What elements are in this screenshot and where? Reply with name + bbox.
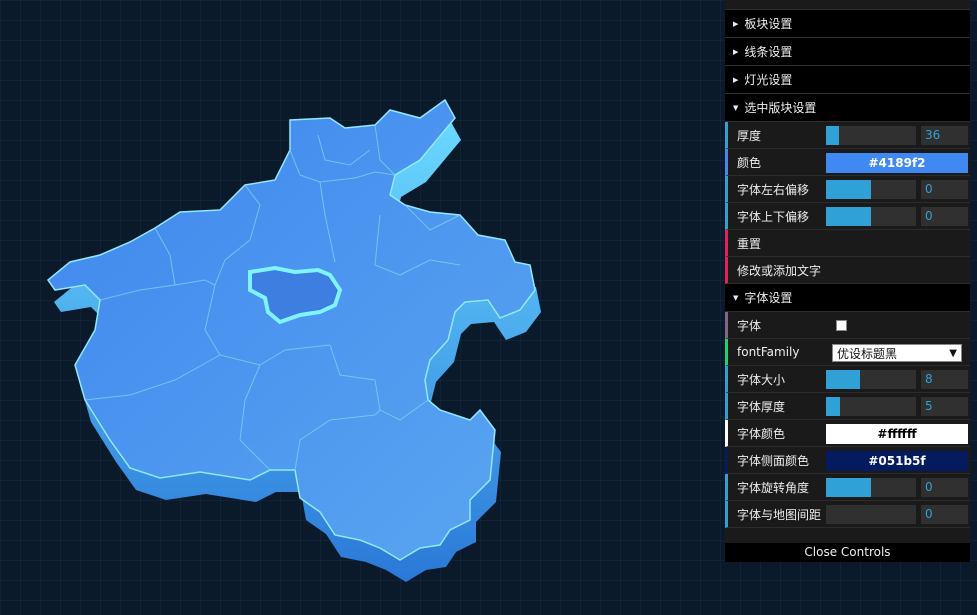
offset-x-control: 字体左右偏移 0 <box>725 176 970 203</box>
close-controls-button[interactable]: Close Controls <box>725 543 970 562</box>
control-label: 字体 <box>737 318 762 333</box>
font-rotation-input[interactable]: 0 <box>921 478 968 497</box>
caret-right-icon: ▶ <box>733 47 739 56</box>
control-label: 修改或添加文字 <box>737 263 822 278</box>
folder-font-settings[interactable]: ▼ 字体设置 <box>725 284 970 312</box>
font-depth-input[interactable]: 5 <box>921 397 968 416</box>
folder-label: 灯光设置 <box>744 73 793 87</box>
control-label: 重置 <box>737 236 762 251</box>
font-distance-input[interactable]: 0 <box>921 505 968 524</box>
caret-right-icon: ▶ <box>733 75 739 84</box>
control-label: 字体上下偏移 <box>737 209 810 224</box>
font-color-control: 字体颜色 #ffffff <box>725 420 970 447</box>
control-label: 厚度 <box>737 128 762 143</box>
font-side-color-control: 字体侧面颜色 #051b5f <box>725 447 970 474</box>
font-depth-slider[interactable] <box>826 397 916 416</box>
offset-y-slider[interactable] <box>826 207 916 226</box>
control-label: 字体侧面颜色 <box>737 453 810 468</box>
control-label: 字体大小 <box>737 372 786 387</box>
edit-text-button[interactable]: 修改或添加文字 <box>725 257 970 284</box>
control-label: 颜色 <box>737 155 762 170</box>
font-size-input[interactable]: 8 <box>921 370 968 389</box>
panel-top-edge <box>725 0 970 10</box>
chevron-down-icon: ▼ <box>949 348 957 359</box>
font-distance-slider[interactable] <box>826 505 916 524</box>
font-distance-control: 字体与地图间距 0 <box>725 501 970 528</box>
font-depth-control: 字体厚度 5 <box>725 393 970 420</box>
folder-light-settings[interactable]: ▶ 灯光设置 <box>725 66 970 94</box>
font-family-select[interactable]: 优设标题黑 ▼ <box>832 344 962 362</box>
control-label: fontFamily <box>737 345 800 359</box>
caret-down-icon: ▼ <box>733 103 739 112</box>
henan-3d-map[interactable] <box>0 0 725 615</box>
font-side-color-input[interactable]: #051b5f <box>826 451 968 471</box>
control-label: 字体旋转角度 <box>737 480 810 495</box>
caret-down-icon: ▼ <box>733 293 739 302</box>
folder-selected-block-settings[interactable]: ▼ 选中版块设置 <box>725 94 970 122</box>
offset-x-slider[interactable] <box>826 180 916 199</box>
controls-panel: ▶ 板块设置 ▶ 线条设置 ▶ 灯光设置 ▼ 选中版块设置 厚度 36 颜色 #… <box>725 0 970 562</box>
thickness-control: 厚度 36 <box>725 122 970 149</box>
font-family-control: fontFamily 优设标题黑 ▼ <box>725 339 970 366</box>
control-label: 字体与地图间距 <box>737 507 822 522</box>
font-size-slider[interactable] <box>826 370 916 389</box>
caret-right-icon: ▶ <box>733 19 739 28</box>
folder-block-settings[interactable]: ▶ 板块设置 <box>725 10 970 38</box>
offset-y-input[interactable]: 0 <box>921 207 968 226</box>
font-rotation-slider[interactable] <box>826 478 916 497</box>
font-color-input[interactable]: #ffffff <box>826 424 968 444</box>
color-control: 颜色 #4189f2 <box>725 149 970 176</box>
font-size-control: 字体大小 8 <box>725 366 970 393</box>
control-label: 字体厚度 <box>737 399 786 414</box>
folder-label: 线条设置 <box>744 45 793 59</box>
offset-y-control: 字体上下偏移 0 <box>725 203 970 230</box>
control-label: 字体颜色 <box>737 426 786 441</box>
reset-button[interactable]: 重置 <box>725 230 970 257</box>
folder-line-settings[interactable]: ▶ 线条设置 <box>725 38 970 66</box>
select-value: 优设标题黑 <box>837 347 898 361</box>
thickness-slider[interactable] <box>826 126 916 145</box>
font-checkbox[interactable] <box>836 320 847 331</box>
folder-label: 板块设置 <box>744 17 793 31</box>
color-input[interactable]: #4189f2 <box>826 153 968 173</box>
font-toggle-control: 字体 <box>725 312 970 339</box>
control-label: 字体左右偏移 <box>737 182 810 197</box>
offset-x-input[interactable]: 0 <box>921 180 968 199</box>
folder-label: 字体设置 <box>744 291 793 305</box>
folder-label: 选中版块设置 <box>744 101 817 115</box>
font-rotation-control: 字体旋转角度 0 <box>725 474 970 501</box>
thickness-input[interactable]: 36 <box>921 126 968 145</box>
